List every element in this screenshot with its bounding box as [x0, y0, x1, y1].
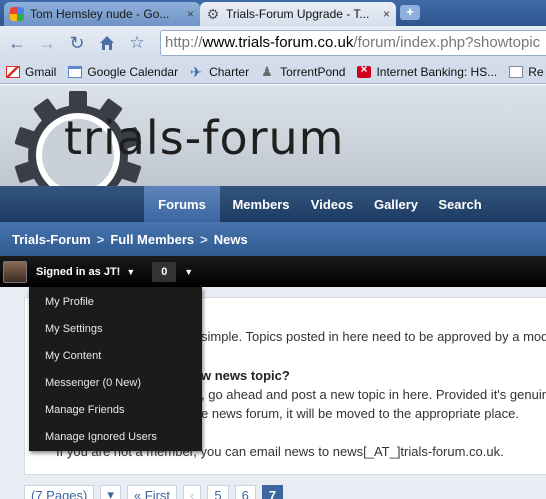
breadcrumb-full-members[interactable]: Full Members: [110, 232, 194, 247]
tab-title: Trials-Forum Upgrade - T...: [226, 7, 370, 21]
torrent-icon: ♟: [261, 63, 273, 79]
address-bar[interactable]: http://www.trials-forum.co.uk/forum/inde…: [160, 30, 546, 56]
browser-tab-2[interactable]: ⚙ Trials-Forum Upgrade - T... ×: [200, 2, 396, 26]
description-line-3: e news forum, it will be moved to the ap…: [201, 406, 519, 421]
description-heading: w news topic?: [201, 368, 290, 383]
home-icon[interactable]: [94, 30, 120, 56]
bookmark-label: Re: [528, 64, 544, 79]
user-bar: Signed in as JT! ▼ 0 ▼: [0, 256, 546, 287]
breadcrumb-separator: >: [200, 231, 208, 247]
url-scheme: http://: [165, 34, 203, 51]
site-logo-text[interactable]: trials-forum: [64, 111, 344, 165]
menu-item-my-content[interactable]: My Content: [29, 342, 202, 369]
description-line-1: simple. Topics posted in here need to be…: [201, 329, 546, 344]
bookmark-label: Gmail: [25, 64, 57, 79]
page-6-button[interactable]: 6: [234, 485, 256, 499]
breadcrumb-trials-forum[interactable]: Trials-Forum: [12, 232, 91, 247]
page-7-button[interactable]: 7: [261, 485, 284, 499]
bookmark-internet-banking[interactable]: Internet Banking: HS...: [351, 62, 503, 79]
bookmark-star-icon[interactable]: ☆: [126, 33, 148, 53]
first-page-button[interactable]: « First: [126, 485, 178, 499]
browser-tab-strip: Tom Hemsley nude - Go... × ⚙ Trials-Foru…: [0, 0, 546, 26]
bookmark-gmail[interactable]: Gmail: [0, 65, 62, 79]
nav-gallery[interactable]: Gallery: [364, 186, 428, 222]
gmail-icon: [6, 65, 20, 78]
bookmark-re[interactable]: Re: [503, 65, 546, 79]
close-icon[interactable]: ×: [187, 7, 194, 21]
pages-dropdown-button[interactable]: ▾: [100, 485, 121, 499]
signed-in-label: Signed in as JT!: [36, 265, 121, 278]
close-icon[interactable]: ×: [383, 7, 390, 21]
notifications-toggle[interactable]: 0 ▼: [152, 261, 194, 282]
bookmark-label: Google Calendar: [87, 64, 179, 79]
bookmark-google-calendar[interactable]: Google Calendar: [62, 65, 184, 79]
bank-icon: [357, 62, 372, 78]
tab-title: Tom Hemsley nude - Go...: [30, 7, 170, 21]
description-line-2: , go ahead and post a new topic in here.…: [201, 387, 546, 402]
menu-item-my-profile[interactable]: My Profile: [29, 288, 202, 315]
back-arrow-icon[interactable]: ←: [4, 30, 30, 56]
browser-toolbar: ← → ↻ ☆ http://www.trials-forum.co.uk/fo…: [0, 26, 546, 60]
bookmark-label: Internet Banking: HS...: [376, 64, 498, 79]
bookmark-charter[interactable]: ✈ Charter: [184, 65, 255, 79]
menu-item-messenger[interactable]: Messenger (0 New): [29, 369, 202, 396]
nav-search[interactable]: Search: [430, 186, 490, 222]
page-5-button[interactable]: 5: [207, 485, 229, 499]
breadcrumb-separator: >: [96, 231, 105, 247]
caret-down-icon: ▼: [184, 266, 194, 277]
gear-icon: ⚙: [206, 6, 220, 22]
primary-nav: Forums Members Videos Gallery Search: [0, 186, 546, 222]
caret-down-icon: ▼: [126, 266, 136, 277]
menu-item-manage-friends[interactable]: Manage Friends: [29, 396, 202, 423]
avatar[interactable]: [3, 260, 27, 283]
page-icon: [509, 65, 524, 78]
reload-icon[interactable]: ↻: [64, 30, 90, 56]
url-path: /forum/index.php?showtopic: [353, 34, 541, 51]
notification-count: 0: [152, 261, 177, 282]
bookmark-torrentpond[interactable]: ♟ TorrentPond: [255, 65, 351, 79]
pages-count-button[interactable]: (7 Pages): [24, 485, 95, 499]
url-host: www.trials-forum.co.uk: [202, 34, 354, 51]
browser-tab-1[interactable]: Tom Hemsley nude - Go... ×: [4, 2, 200, 26]
bookmark-label: TorrentPond: [280, 64, 346, 79]
user-dropdown-menu: My Profile My Settings My Content Messen…: [29, 287, 202, 451]
breadcrumb: Trials-Forum > Full Members > News: [0, 222, 546, 256]
prev-page-button[interactable]: ‹: [183, 485, 202, 499]
nav-forums[interactable]: Forums: [144, 186, 220, 222]
google-icon: [10, 7, 24, 21]
breadcrumb-news[interactable]: News: [214, 232, 248, 247]
bookmarks-bar: Gmail Google Calendar ✈ Charter ♟ Torren…: [0, 60, 546, 84]
nav-members[interactable]: Members: [222, 186, 300, 222]
bookmark-label: Charter: [209, 64, 250, 79]
new-tab-button[interactable]: +: [400, 5, 420, 20]
charter-icon: ✈: [190, 63, 202, 80]
menu-item-my-settings[interactable]: My Settings: [29, 315, 202, 342]
user-menu-toggle[interactable]: Signed in as JT! ▼: [36, 266, 135, 278]
pagination: (7 Pages) ▾ « First ‹ 5 6 7: [24, 484, 284, 499]
nav-videos[interactable]: Videos: [302, 186, 362, 222]
calendar-icon: [68, 65, 83, 78]
forward-arrow-icon[interactable]: →: [34, 30, 60, 56]
menu-item-manage-ignored-users[interactable]: Manage Ignored Users: [29, 423, 202, 450]
